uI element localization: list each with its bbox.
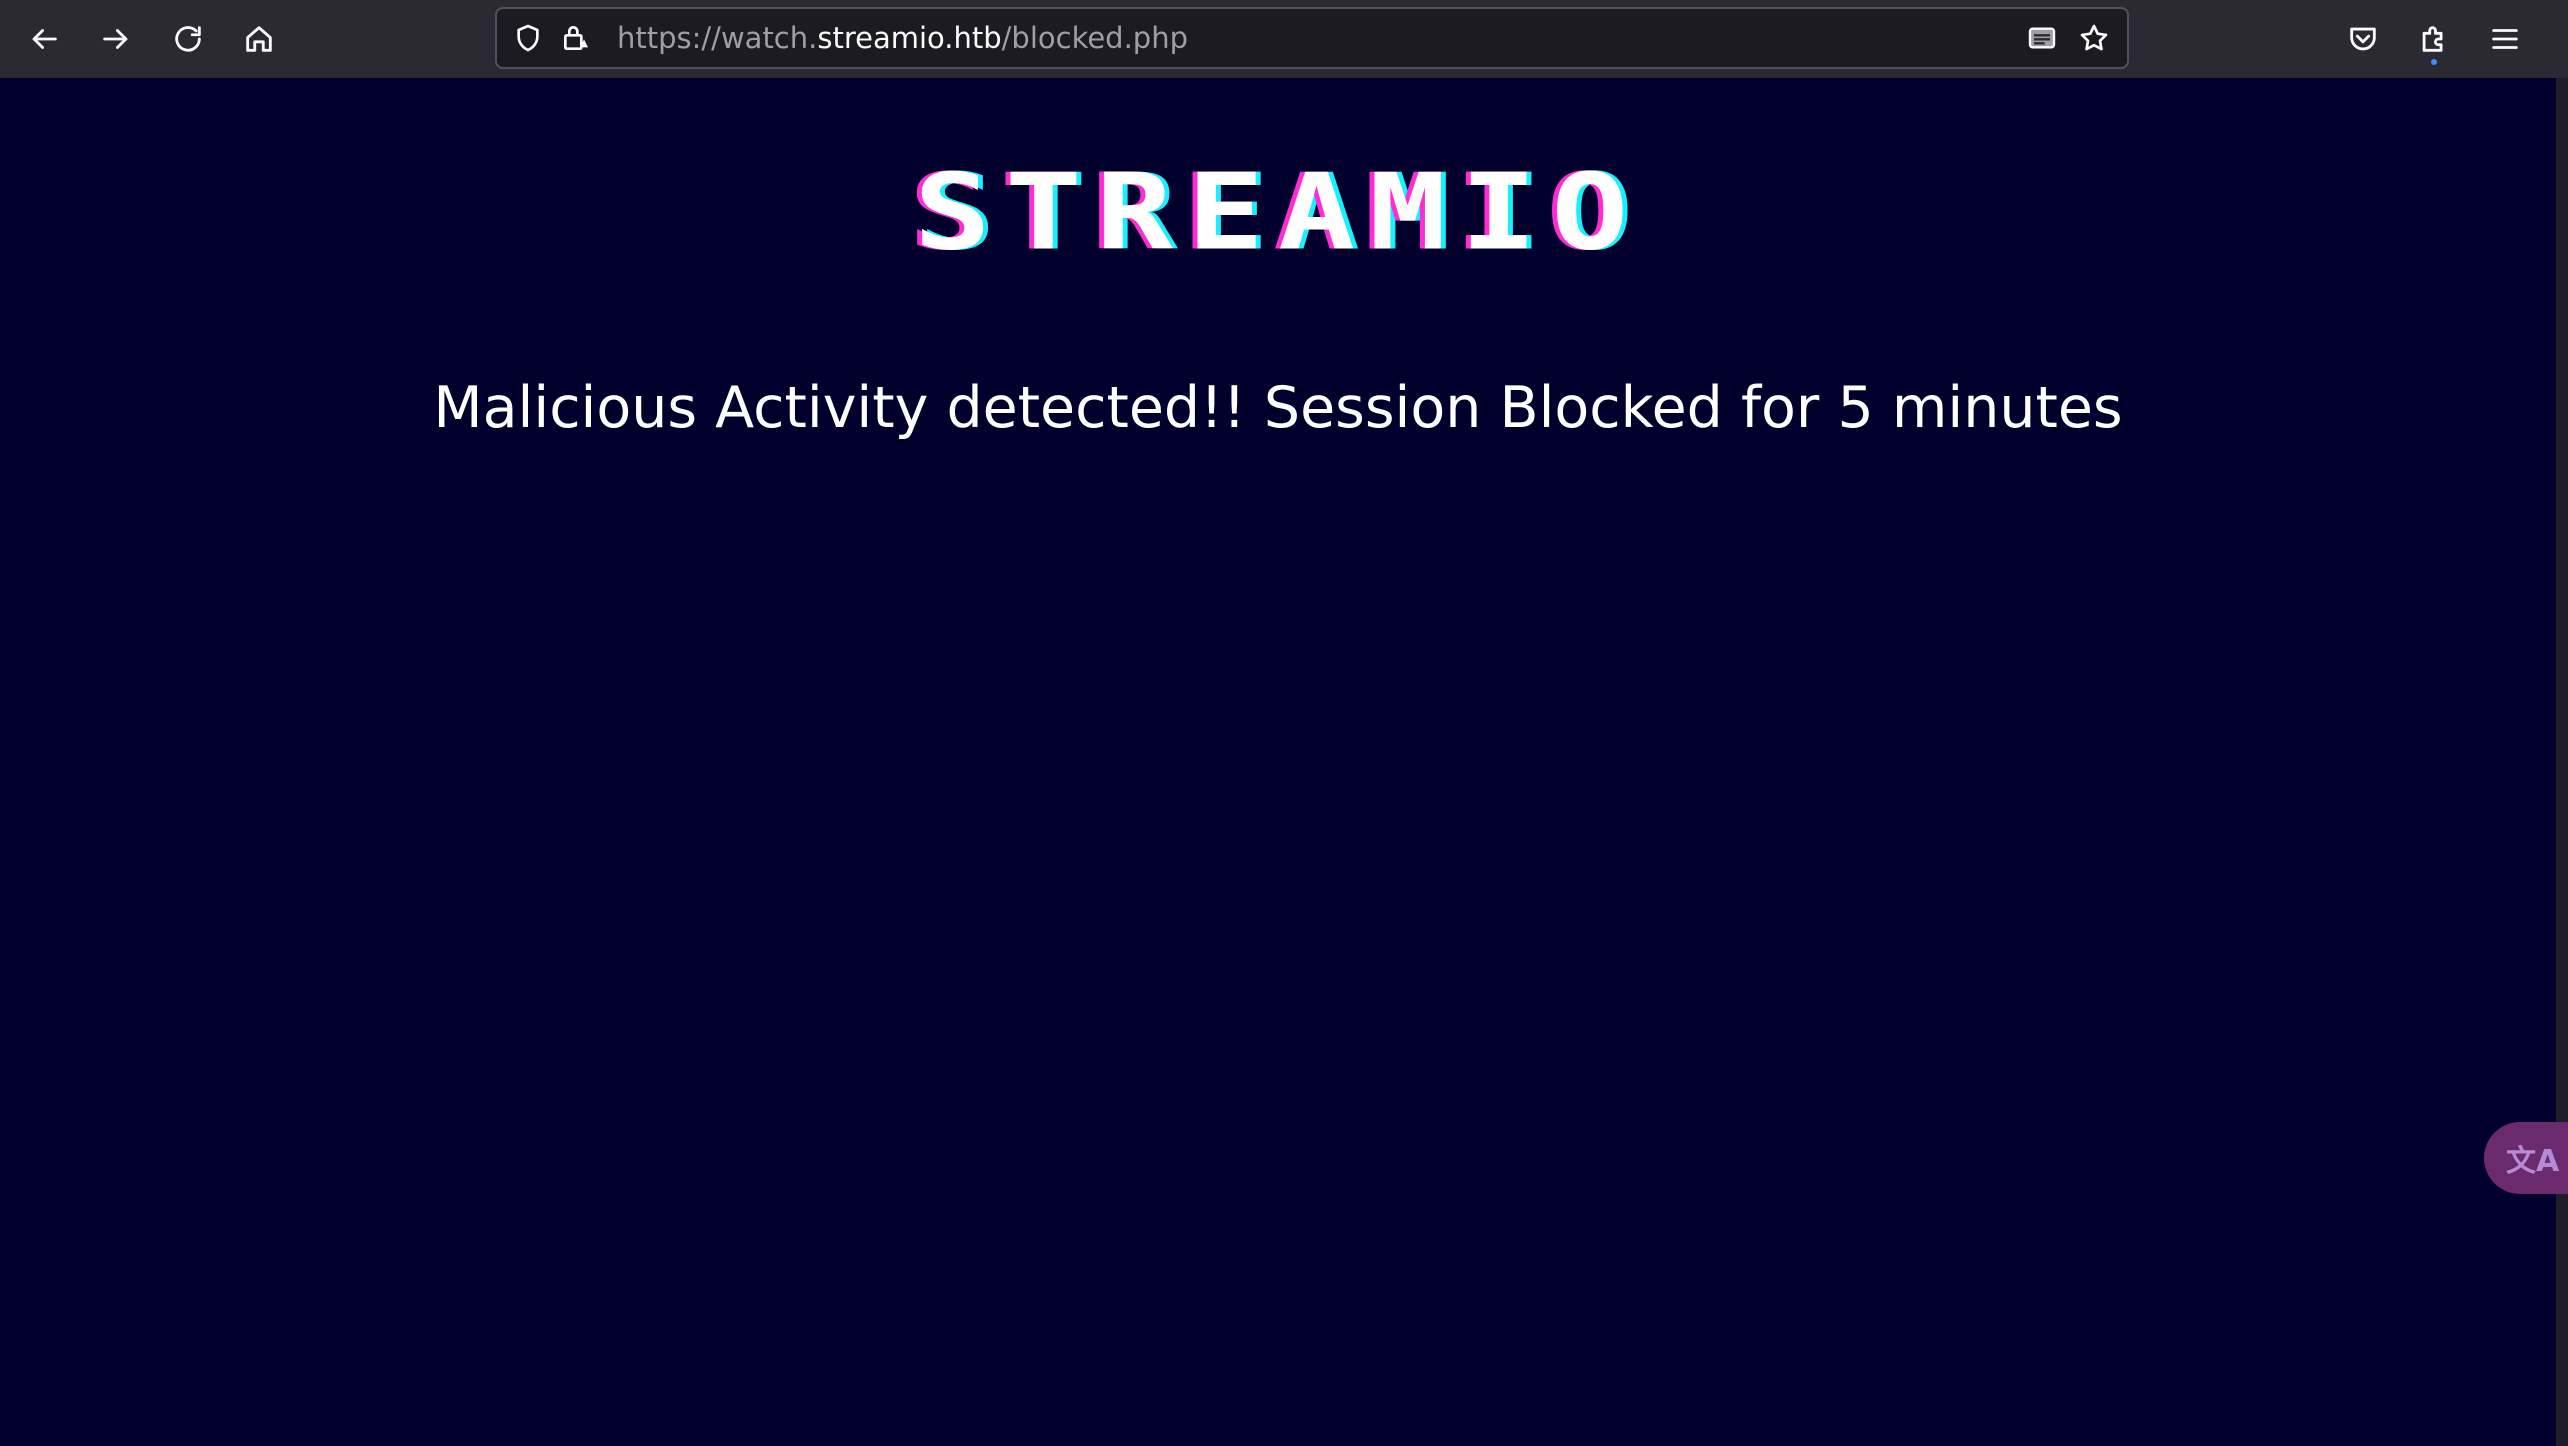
streamio-logo: STREAMIO	[913, 151, 1643, 274]
url-bar[interactable]: https://watch.streamio.htb/blocked.php	[495, 7, 2129, 69]
extensions-icon	[2422, 26, 2443, 52]
bookmark-button[interactable]	[2077, 21, 2111, 55]
pocket-button[interactable]	[2335, 11, 2391, 67]
url-prefix: https://watch.	[617, 21, 818, 55]
url-host: streamio.htb	[817, 21, 1002, 55]
extensions-button[interactable]	[2406, 11, 2462, 67]
translate-widget-button[interactable]: 文A	[2484, 1122, 2568, 1194]
url-path: /blocked.php	[1001, 21, 1189, 55]
browser-toolbar: https://watch.streamio.htb/blocked.php	[0, 0, 2568, 78]
reader-view-icon	[2028, 27, 2056, 49]
tracking-protection-button[interactable]	[511, 21, 545, 55]
app-menu-button[interactable]	[2477, 11, 2533, 67]
reload-icon	[175, 26, 201, 52]
pocket-icon	[2350, 27, 2376, 51]
page-scrollbar[interactable]	[2556, 78, 2568, 1446]
shield-icon	[517, 24, 539, 52]
reader-view-button[interactable]	[2025, 21, 2059, 55]
translate-icon: 文A	[2506, 1144, 2560, 1179]
star-icon	[2080, 24, 2108, 51]
lock-warning-icon	[564, 26, 588, 50]
url-text[interactable]: https://watch.streamio.htb/blocked.php	[617, 9, 1188, 67]
back-arrow-icon	[32, 29, 57, 49]
back-button[interactable]	[16, 11, 72, 67]
home-icon	[246, 26, 272, 52]
reload-button[interactable]	[160, 11, 216, 67]
page-content: STREAMIO Malicious Activity detected!! S…	[0, 78, 2556, 1446]
forward-button[interactable]	[88, 11, 144, 67]
extensions-badge	[2431, 59, 2437, 65]
site-security-button[interactable]	[559, 21, 593, 55]
home-button[interactable]	[231, 11, 287, 67]
blocked-message: Malicious Activity detected!! Session Bl…	[433, 375, 2123, 441]
forward-arrow-icon	[103, 29, 128, 49]
hamburger-menu-icon	[2492, 29, 2518, 49]
